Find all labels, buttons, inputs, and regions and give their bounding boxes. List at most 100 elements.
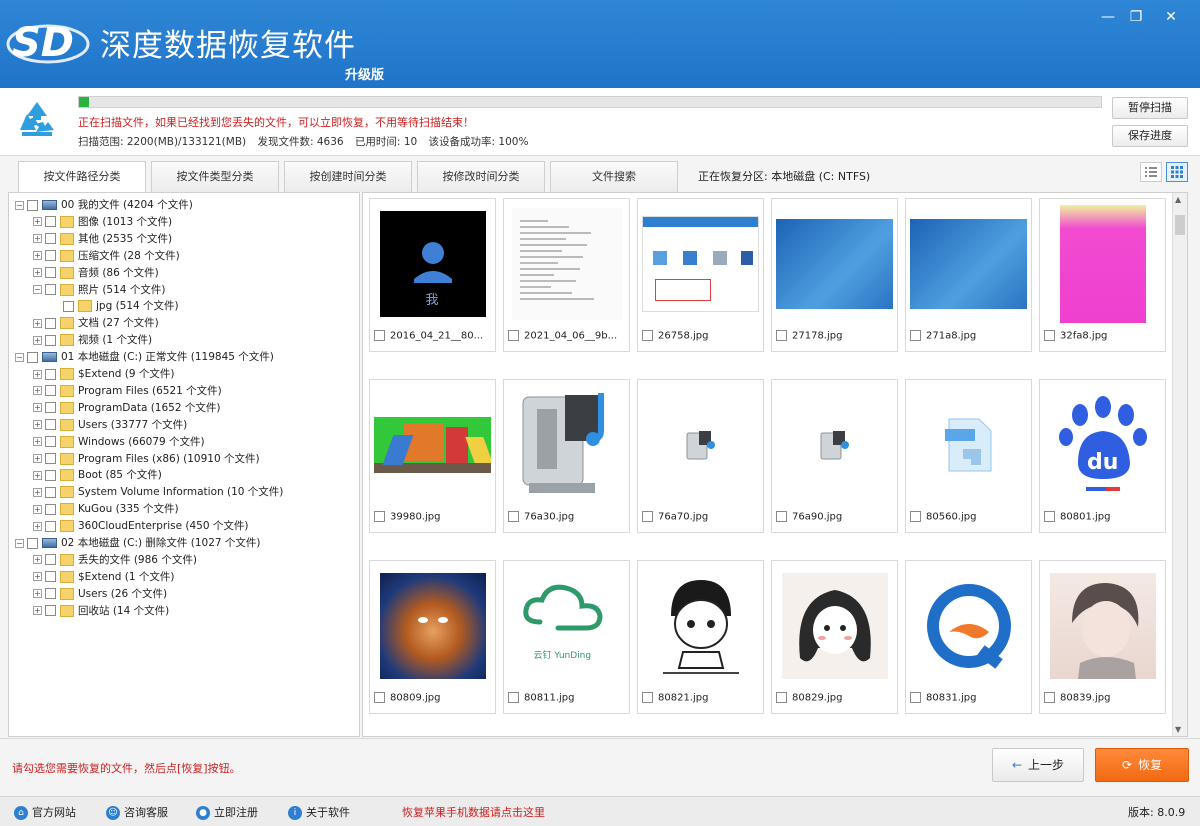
tree-checkbox[interactable] [45, 334, 56, 346]
list-view-icon[interactable] [1140, 162, 1162, 182]
expand-toggle-icon[interactable]: + [33, 251, 42, 261]
pause-scan-button[interactable]: 暂停扫描 [1112, 97, 1188, 119]
tree-row[interactable]: + KuGou (335 个文件) [33, 501, 179, 518]
file-checkbox[interactable] [1044, 692, 1055, 703]
tree-checkbox[interactable] [45, 216, 56, 228]
file-checkbox[interactable] [508, 692, 519, 703]
file-thumbnail-card[interactable]: du 80801.jpg [1039, 379, 1166, 533]
tree-checkbox[interactable] [45, 250, 56, 262]
file-thumbnail-card[interactable]: 我 2016_04_21__80... [369, 198, 496, 352]
expand-toggle-icon[interactable]: + [33, 386, 42, 396]
recover-button[interactable]: ⟳ 恢复 [1095, 748, 1189, 782]
tab-by-path[interactable]: 按文件路径分类 [18, 161, 146, 193]
tree-checkbox[interactable] [45, 267, 56, 279]
tree-checkbox[interactable] [45, 469, 56, 481]
tree-row[interactable]: − 01 本地磁盘 (C:) 正常文件 (119845 个文件) [15, 349, 274, 366]
tree-row[interactable]: + Program Files (6521 个文件) [33, 383, 222, 400]
file-checkbox[interactable] [508, 330, 519, 341]
file-checkbox[interactable] [910, 692, 921, 703]
file-checkbox[interactable] [1044, 511, 1055, 522]
tree-checkbox[interactable] [27, 537, 38, 549]
tree-checkbox[interactable] [45, 385, 56, 397]
file-thumbnail-card[interactable]: 32fa8.jpg [1039, 198, 1166, 352]
file-thumbnail-card[interactable]: 26758.jpg [637, 198, 764, 352]
expand-toggle-icon[interactable]: − [33, 285, 42, 294]
file-checkbox[interactable] [776, 511, 787, 522]
tab-by-type[interactable]: 按文件类型分类 [151, 161, 279, 192]
expand-toggle-icon[interactable]: − [15, 538, 24, 548]
scroll-up-icon[interactable]: ▲ [1175, 195, 1181, 204]
file-checkbox[interactable] [642, 330, 653, 341]
tree-checkbox[interactable] [45, 520, 56, 532]
tree-row[interactable]: − 00 我的文件 (4204 个文件) [15, 197, 193, 214]
tree-checkbox[interactable] [45, 503, 56, 515]
tree-checkbox[interactable] [63, 300, 74, 312]
close-icon[interactable]: ✕ [1160, 8, 1182, 26]
tree-row[interactable]: + 文档 (27 个文件) [33, 315, 159, 332]
file-thumbnail-card[interactable]: 271a8.jpg [905, 198, 1032, 352]
tree-row[interactable]: + Boot (85 个文件) [33, 467, 162, 484]
expand-toggle-icon[interactable]: + [33, 454, 42, 463]
tree-checkbox[interactable] [45, 317, 56, 329]
file-thumbnail-card[interactable]: 76a30.jpg [503, 379, 630, 533]
tab-by-modified-time[interactable]: 按修改时间分类 [417, 161, 545, 192]
tab-file-search[interactable]: 文件搜索 [550, 161, 678, 192]
tree-checkbox[interactable] [45, 233, 56, 245]
file-thumbnail-card[interactable]: 39980.jpg [369, 379, 496, 533]
file-thumbnail-card[interactable]: 80839.jpg [1039, 560, 1166, 714]
tree-row[interactable]: + Windows (66079 个文件) [33, 434, 205, 451]
expand-toggle-icon[interactable]: + [33, 420, 42, 430]
expand-toggle-icon[interactable]: + [33, 369, 42, 379]
iphone-recovery-link[interactable]: 恢复苹果手机数据请点击这里 [402, 804, 545, 820]
tree-checkbox[interactable] [27, 199, 38, 211]
tree-checkbox[interactable] [45, 486, 56, 498]
expand-toggle-icon[interactable]: + [33, 487, 42, 497]
tree-row[interactable]: + 丢失的文件 (986 个文件) [33, 552, 197, 569]
file-checkbox[interactable] [508, 511, 519, 522]
tab-by-created-time[interactable]: 按创建时间分类 [284, 161, 412, 192]
tree-row[interactable]: + $Extend (9 个文件) [33, 366, 174, 383]
previous-step-button[interactable]: ← 上一步 [992, 748, 1084, 782]
tree-row[interactable]: − 照片 (514 个文件) [33, 282, 165, 299]
expand-toggle-icon[interactable]: + [33, 470, 42, 480]
tree-row[interactable]: − 02 本地磁盘 (C:) 删除文件 (1027 个文件) [15, 535, 261, 552]
expand-toggle-icon[interactable]: + [33, 318, 42, 328]
tree-row[interactable]: + Users (26 个文件) [33, 586, 167, 603]
minimize-icon[interactable]: — [1097, 8, 1119, 26]
file-thumbnail-card[interactable]: 80831.jpg [905, 560, 1032, 714]
tree-checkbox[interactable] [27, 351, 38, 363]
tree-checkbox[interactable] [45, 419, 56, 431]
file-checkbox[interactable] [1044, 330, 1055, 341]
file-thumbnail-card[interactable]: 76a90.jpg [771, 379, 898, 533]
tree-row[interactable]: + 回收站 (14 个文件) [33, 603, 169, 620]
file-checkbox[interactable] [374, 330, 385, 341]
expand-toggle-icon[interactable]: + [33, 504, 42, 514]
tree-checkbox[interactable] [45, 436, 56, 448]
file-thumbnail-card[interactable]: 80809.jpg [369, 560, 496, 714]
grid-view-icon[interactable] [1166, 162, 1188, 182]
about-link[interactable]: i 关于软件 [288, 804, 350, 820]
customer-service-link[interactable]: ☺ 咨询客服 [106, 804, 168, 820]
expand-toggle-icon[interactable]: + [33, 606, 42, 616]
file-thumbnail-card[interactable]: 76a70.jpg [637, 379, 764, 533]
file-checkbox[interactable] [642, 692, 653, 703]
expand-toggle-icon[interactable]: + [33, 335, 42, 345]
restore-icon[interactable]: ❐ [1125, 8, 1147, 26]
file-checkbox[interactable] [374, 511, 385, 522]
save-progress-button[interactable]: 保存进度 [1112, 125, 1188, 147]
expand-toggle-icon[interactable]: − [15, 352, 24, 362]
expand-toggle-icon[interactable]: + [33, 217, 42, 227]
file-thumbnail-card[interactable]: 80829.jpg [771, 560, 898, 714]
tree-checkbox[interactable] [45, 554, 56, 566]
register-link[interactable]: ● 立即注册 [196, 804, 258, 820]
file-thumbnail-card[interactable]: 80821.jpg [637, 560, 764, 714]
tree-row[interactable]: + 其他 (2535 个文件) [33, 231, 172, 248]
tree-row[interactable]: + System Volume Information (10 个文件) [33, 484, 283, 501]
expand-toggle-icon[interactable]: + [33, 555, 42, 565]
file-checkbox[interactable] [776, 330, 787, 341]
tree-row[interactable]: +360CloudEnterprise (450 个文件) [33, 518, 248, 535]
expand-toggle-icon[interactable]: + [33, 572, 42, 582]
expand-toggle-icon[interactable]: + [33, 268, 42, 278]
file-checkbox[interactable] [374, 692, 385, 703]
tree-checkbox[interactable] [45, 605, 56, 617]
